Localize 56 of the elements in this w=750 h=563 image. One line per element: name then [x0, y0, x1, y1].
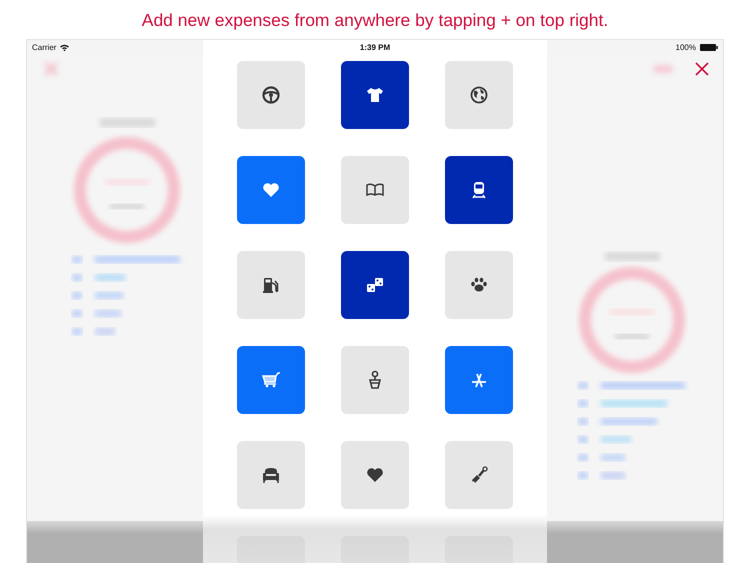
battery-icon: [700, 44, 718, 50]
category-tile[interactable]: [237, 441, 305, 509]
blurred-legend-square: [72, 256, 82, 263]
category-tile[interactable]: [341, 61, 409, 129]
blurred-bar: [601, 418, 657, 425]
shopping-cart-icon: [261, 370, 281, 390]
blurred-legend-square: [72, 274, 82, 281]
dice-icon: [365, 275, 385, 295]
armchair-icon: [261, 465, 281, 485]
blurred-legend-square: [578, 436, 588, 443]
category-tile[interactable]: [445, 61, 513, 129]
caption-text: Add new expenses from anywhere by tapping + on top right.: [142, 10, 608, 30]
globe-icon: [469, 85, 489, 105]
blurred-legend-square: [578, 472, 588, 479]
blurred-bar: [601, 436, 631, 443]
carrier-label: Carrier: [32, 42, 56, 52]
heart-icon: [365, 465, 385, 485]
steering-wheel-icon: [261, 85, 281, 105]
blurred-legend-square: [578, 382, 588, 389]
blurred-legend-square: [578, 418, 588, 425]
status-time: 1:39 PM: [360, 42, 390, 52]
blurred-title-bar: [605, 252, 660, 261]
category-tile[interactable]: [237, 156, 305, 224]
blurred-legend-square: [72, 328, 82, 335]
blurred-legend-square: [72, 310, 82, 317]
blurred-bar: [601, 454, 625, 461]
blurred-pill-drawing: [651, 62, 675, 76]
heart-icon: [261, 180, 281, 200]
category-tile[interactable]: [237, 61, 305, 129]
blurred-bar: [95, 292, 123, 299]
battery-percent: 100%: [676, 42, 696, 52]
category-tile[interactable]: [237, 251, 305, 319]
category-tile[interactable]: [341, 346, 409, 414]
wifi-icon: [60, 44, 70, 50]
category-tile[interactable]: [341, 251, 409, 319]
blurred-bar: [95, 310, 121, 317]
blurred-close-icon: [41, 59, 61, 79]
category-tile[interactable]: [341, 156, 409, 224]
category-tile[interactable]: [445, 346, 513, 414]
category-tile[interactable]: [445, 441, 513, 509]
blurred-legend-square: [72, 292, 82, 299]
blurred-legend-square: [578, 400, 588, 407]
close-icon[interactable]: [695, 62, 709, 76]
blurred-title-bar: [100, 118, 155, 127]
category-tile[interactable]: [445, 156, 513, 224]
blurred-bar: [95, 274, 125, 281]
blurred-legend-square: [578, 454, 588, 461]
blurred-bar: [601, 472, 625, 479]
paint-brush-icon: [469, 465, 489, 485]
t-shirt-icon: [365, 85, 385, 105]
fuel-pump-icon: [261, 275, 281, 295]
category-tile[interactable]: [341, 441, 409, 509]
blurred-bar: [601, 400, 667, 407]
blurred-bar: [95, 328, 115, 335]
category-tile[interactable]: [237, 346, 305, 414]
category-tile[interactable]: [445, 251, 513, 319]
